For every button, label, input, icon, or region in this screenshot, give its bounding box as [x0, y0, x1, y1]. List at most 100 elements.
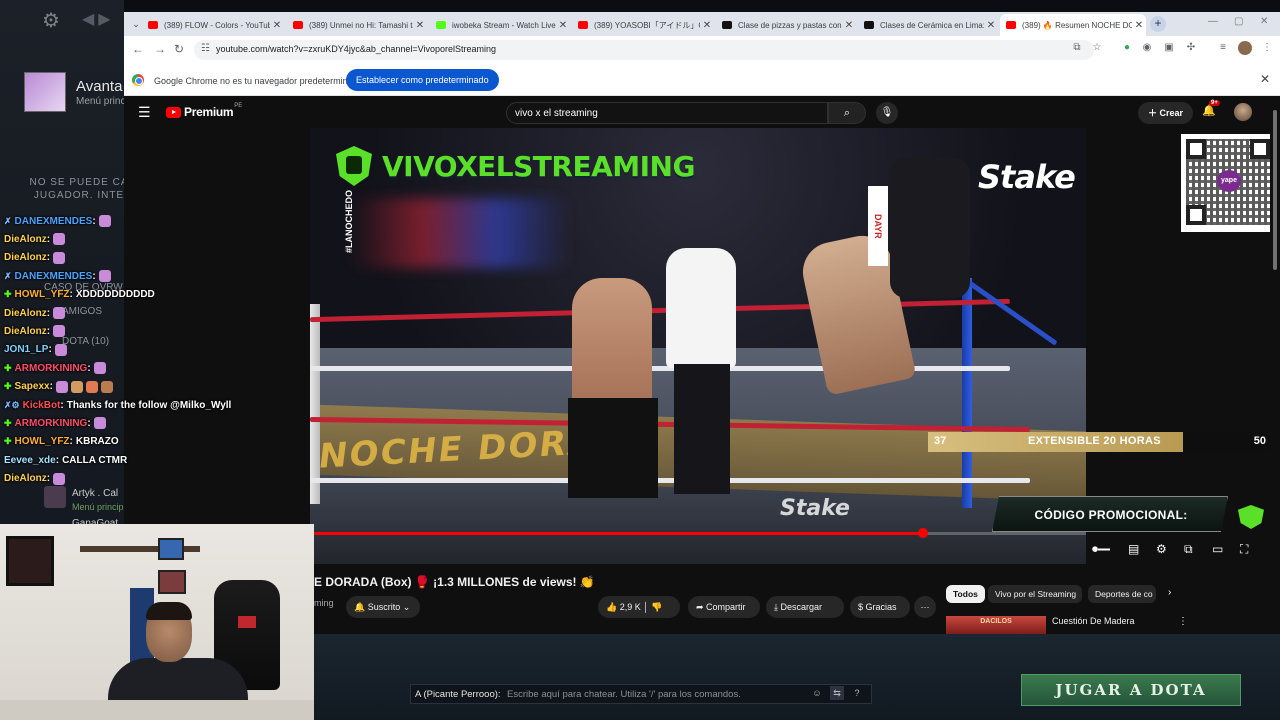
- channel-name[interactable]: ming: [314, 598, 334, 608]
- progress-scrubber[interactable]: [918, 528, 929, 538]
- nav-arrows-icon[interactable]: ◀▶: [82, 9, 115, 29]
- chip-next-icon[interactable]: ›: [1168, 587, 1171, 598]
- tab-close-icon[interactable]: ✕: [556, 20, 570, 31]
- translate-icon[interactable]: ⇆: [830, 686, 844, 700]
- download-button[interactable]: ⤓ Descargar: [766, 596, 844, 618]
- voice-search-icon[interactable]: 🎙: [876, 102, 898, 124]
- ring-rope: [310, 478, 1030, 483]
- forward-icon[interactable]: →: [154, 42, 166, 56]
- fullscreen-icon[interactable]: ⛶: [1240, 542, 1248, 557]
- tab-close-icon[interactable]: ✕: [413, 20, 427, 31]
- page-scrollbar[interactable]: [1270, 96, 1280, 632]
- new-tab-icon[interactable]: +: [1150, 16, 1166, 32]
- share-button[interactable]: ➦ Compartir: [688, 596, 760, 618]
- extension-icon[interactable]: ◉: [1140, 41, 1154, 55]
- game-chat-input[interactable]: A (Picante Perrooo): Escribe aquí para c…: [410, 684, 872, 704]
- browser-tab[interactable]: Clase de pizzas y pastas con vi ✕: [716, 14, 856, 36]
- youtube-premium-logo[interactable]: Premium PE: [166, 103, 242, 119]
- create-button[interactable]: ＋ Crear: [1138, 102, 1194, 124]
- more-actions-icon[interactable]: ⋯: [914, 596, 936, 618]
- browser-tab[interactable]: iwobeka Stream - Watch Live o ✕: [430, 14, 570, 36]
- subtitles-icon[interactable]: ▤: [1128, 542, 1139, 556]
- player-avatar[interactable]: [24, 72, 66, 112]
- infobar-close-icon[interactable]: ✕: [1260, 72, 1270, 86]
- bookmark-star-icon[interactable]: ☆: [1090, 41, 1104, 55]
- chat-username[interactable]: ARMORKINING: [15, 363, 88, 374]
- recommended-video[interactable]: DACILOS Cuestión De Madera ⋮: [946, 614, 1188, 634]
- tab-close-icon[interactable]: ✕: [1132, 20, 1146, 31]
- chip-todos[interactable]: Todos: [946, 585, 985, 603]
- tab-close-icon[interactable]: ✕: [270, 20, 284, 31]
- chat-username[interactable]: DieAlonz: [4, 252, 47, 263]
- tab-close-icon[interactable]: ✕: [700, 20, 714, 31]
- subscribed-button[interactable]: 🔔 Suscrito ⌄: [346, 596, 420, 618]
- chat-username[interactable]: JON1_LP: [4, 344, 48, 355]
- extensions-puzzle-icon[interactable]: ✣: [1184, 41, 1198, 55]
- chat-username[interactable]: DieAlonz: [4, 326, 47, 337]
- sponsor-logo: Stake: [978, 158, 1076, 196]
- settings-gear-icon[interactable]: ⚙: [42, 8, 60, 33]
- url-text[interactable]: youtube.com/watch?v=zxruKDY4jyc&ab_chann…: [216, 44, 496, 54]
- account-avatar[interactable]: [1234, 103, 1252, 121]
- set-default-button[interactable]: Establecer como predeterminado: [346, 69, 499, 91]
- search-icon[interactable]: ⌕: [828, 102, 866, 124]
- reload-icon[interactable]: ↻: [174, 42, 184, 56]
- video-player[interactable]: NOCHE DORADA Stake DAYR VIVOXELSTREAMING…: [310, 128, 1086, 564]
- chat-username[interactable]: DieAlonz: [4, 473, 47, 484]
- like-dislike-group[interactable]: 👍 2,9 K │ 👎: [598, 596, 680, 618]
- menu-kebab-icon[interactable]: ⋮: [1260, 41, 1274, 55]
- media-controls-icon[interactable]: ≡: [1216, 41, 1230, 55]
- browser-tab[interactable]: Clases de Cerámica en Lima: U ✕: [858, 14, 998, 36]
- chat-username[interactable]: ARMORKINING: [15, 418, 88, 429]
- profile-avatar-icon[interactable]: [1238, 41, 1252, 55]
- chat-placeholder[interactable]: Escribe aquí para chatear. Utiliza '/' p…: [507, 689, 741, 700]
- notifications-bell-icon[interactable]: 🔔 9+: [1202, 100, 1220, 117]
- client-notice: NO SE PUEDE CA JUGADOR. INTE: [29, 177, 124, 201]
- reco-menu-icon[interactable]: ⋮: [1178, 616, 1188, 627]
- chat-username[interactable]: Sapexx: [15, 381, 50, 392]
- chat-username[interactable]: Eevee_xde: [4, 455, 56, 466]
- search-input[interactable]: vivo x el streaming: [506, 102, 828, 124]
- back-icon[interactable]: ←: [132, 42, 144, 56]
- browser-tab[interactable]: (389) Unmei no Hi: Tamashi ta ✕: [287, 14, 427, 36]
- miniplayer-icon[interactable]: ⧉: [1184, 542, 1193, 557]
- browser-tab[interactable]: (389) FLOW - Colors - YouTube ✕: [142, 14, 284, 36]
- chat-username[interactable]: KickBot: [23, 400, 61, 411]
- tab-close-icon[interactable]: ✕: [984, 20, 998, 31]
- chat-username[interactable]: HOWL_YFZ: [15, 436, 70, 447]
- search-query[interactable]: vivo x el streaming: [515, 108, 598, 119]
- tab-close-icon[interactable]: ✕: [842, 20, 856, 31]
- browser-tab[interactable]: (389) 🔥 Resumen NOCHE DO ✕: [1000, 14, 1146, 36]
- video-progress-bar[interactable]: [310, 528, 1086, 538]
- like-icon[interactable]: 👍: [606, 602, 617, 612]
- play-dota-button[interactable]: JUGAR A DOTA: [1021, 674, 1241, 706]
- reco-thumbnail[interactable]: DACILOS: [946, 616, 1046, 634]
- address-bar[interactable]: ☷ youtube.com/watch?v=zxruKDY4jyc&ab_cha…: [194, 40, 1094, 60]
- chat-username[interactable]: HOWL_YFZ: [15, 289, 70, 300]
- help-icon[interactable]: ?: [850, 686, 864, 700]
- extension-icon[interactable]: ▣: [1162, 41, 1176, 55]
- settings-gear-icon[interactable]: ⚙: [1156, 542, 1167, 556]
- theater-mode-icon[interactable]: ▭: [1212, 542, 1223, 556]
- site-info-icon[interactable]: ☷: [201, 43, 210, 54]
- dislike-icon[interactable]: 👎: [651, 602, 662, 612]
- chat-username[interactable]: DANEXMENDES: [15, 271, 93, 282]
- reco-title[interactable]: Cuestión De Madera: [1052, 616, 1135, 626]
- hamburger-menu-icon[interactable]: ☰: [138, 104, 151, 121]
- chat-separator: :: [48, 344, 52, 356]
- chat-username[interactable]: DieAlonz: [4, 234, 47, 245]
- chip-channel[interactable]: Vivo por el Streaming: [988, 585, 1082, 603]
- maximize-icon[interactable]: ▢: [1234, 16, 1243, 27]
- extension-green-icon[interactable]: ●: [1120, 41, 1134, 55]
- close-window-icon[interactable]: ✕: [1260, 16, 1268, 27]
- chat-username[interactable]: DieAlonz: [4, 308, 47, 319]
- thanks-button[interactable]: $ Gracias: [850, 596, 910, 618]
- autoplay-toggle-icon[interactable]: ⏺━: [1092, 542, 1110, 557]
- browser-tab[interactable]: (389) YOASOBI「アイドル」Officia✕: [572, 14, 714, 36]
- minimize-icon[interactable]: —: [1208, 16, 1218, 27]
- scrollbar-thumb[interactable]: [1273, 110, 1277, 270]
- chip-sports[interactable]: Deportes de co: [1088, 585, 1156, 603]
- emoji-icon[interactable]: ☺: [810, 686, 824, 700]
- chat-username[interactable]: DANEXMENDES: [15, 216, 93, 227]
- install-app-icon[interactable]: ⧉: [1070, 41, 1084, 55]
